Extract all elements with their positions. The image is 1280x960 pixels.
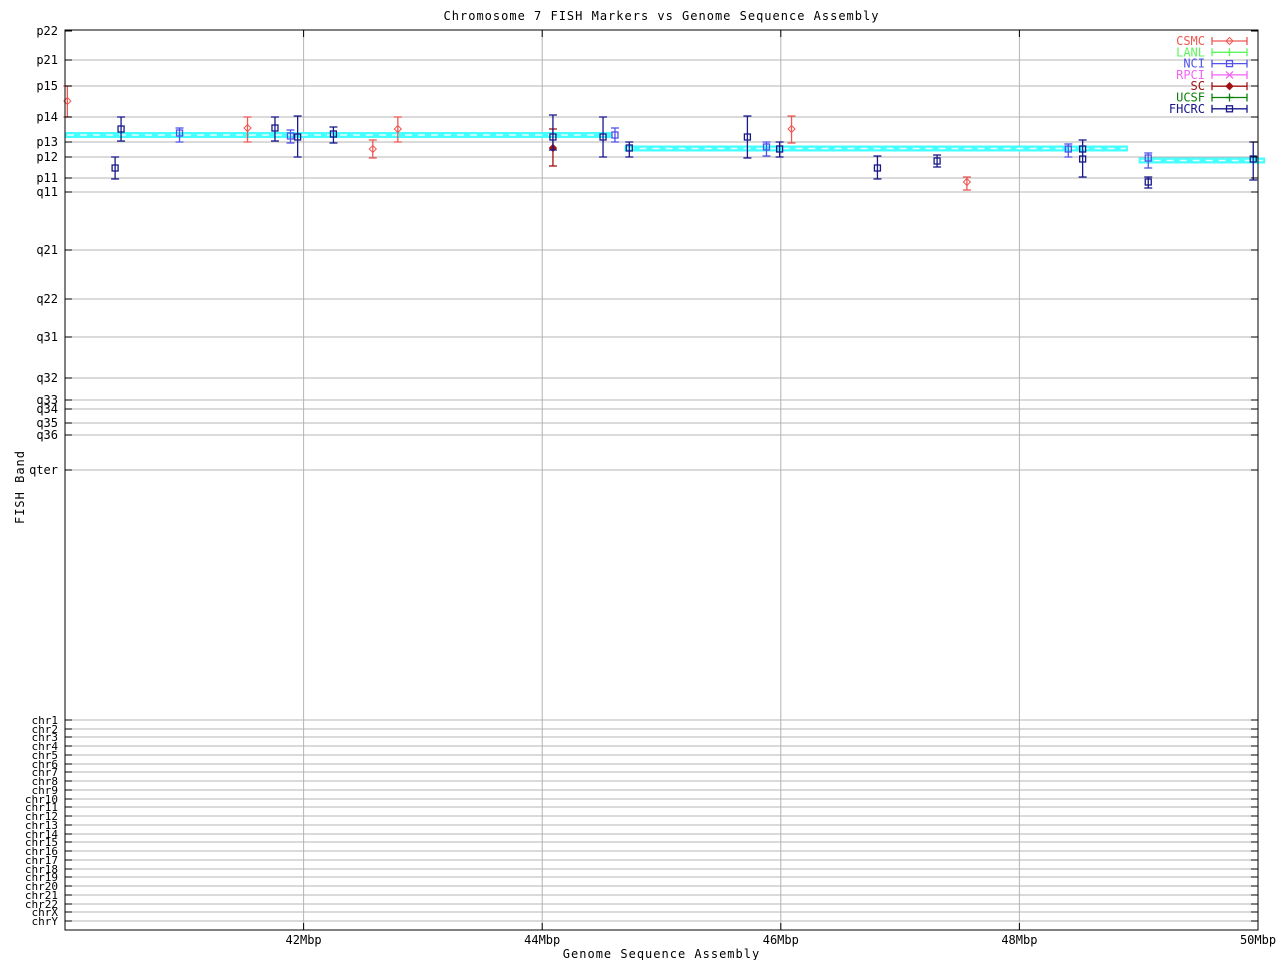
- band-label: q11: [36, 185, 58, 199]
- axis-labels: p22p21p15p14p13p12p11q11q21q22q31q32q33q…: [25, 24, 1276, 947]
- gridlines: [65, 30, 1258, 930]
- band-label: p11: [36, 171, 58, 185]
- x-tick-label: 48Mbp: [1001, 933, 1037, 947]
- x-tick-label: 46Mbp: [763, 933, 799, 947]
- band-label: p12: [36, 150, 58, 164]
- x-tick-label: 44Mbp: [524, 933, 560, 947]
- band-label: q34: [36, 402, 58, 416]
- band-label: p13: [36, 135, 58, 149]
- band-label: p15: [36, 79, 58, 93]
- x-axis-label: Genome Sequence Assembly: [562, 947, 761, 960]
- band-label: p21: [36, 53, 58, 67]
- band-label: qter: [29, 463, 58, 477]
- fish-plot: p22p21p15p14p13p12p11q11q21q22q31q32q33q…: [25, 24, 1276, 947]
- band-label: q31: [36, 330, 58, 344]
- chart-root: Chromosome 7 FISH Markers vs Genome Sequ…: [0, 0, 1280, 960]
- x-tick-label: 42Mbp: [286, 933, 322, 947]
- band-label: q21: [36, 243, 58, 257]
- band-label: p22: [36, 24, 58, 38]
- y-axis-label: FISH Band: [13, 449, 27, 525]
- band-label: q32: [36, 371, 58, 385]
- band-label: q36: [36, 428, 58, 442]
- chart-title: Chromosome 7 FISH Markers vs Genome Sequ…: [443, 9, 880, 23]
- band-label: q22: [36, 292, 58, 306]
- x-tick-label: 50Mbp: [1240, 933, 1276, 947]
- legend: CSMCLANLNCIRPCISCUCSFFHCRC: [1169, 34, 1248, 116]
- plot-border: [64, 29, 1259, 931]
- diamond-marker-icon: [1225, 81, 1234, 91]
- legend-label-FHCRC: FHCRC: [1169, 102, 1205, 116]
- axes: [64, 29, 1259, 931]
- chr-label: chrY: [32, 915, 59, 928]
- band-label: p14: [36, 110, 58, 124]
